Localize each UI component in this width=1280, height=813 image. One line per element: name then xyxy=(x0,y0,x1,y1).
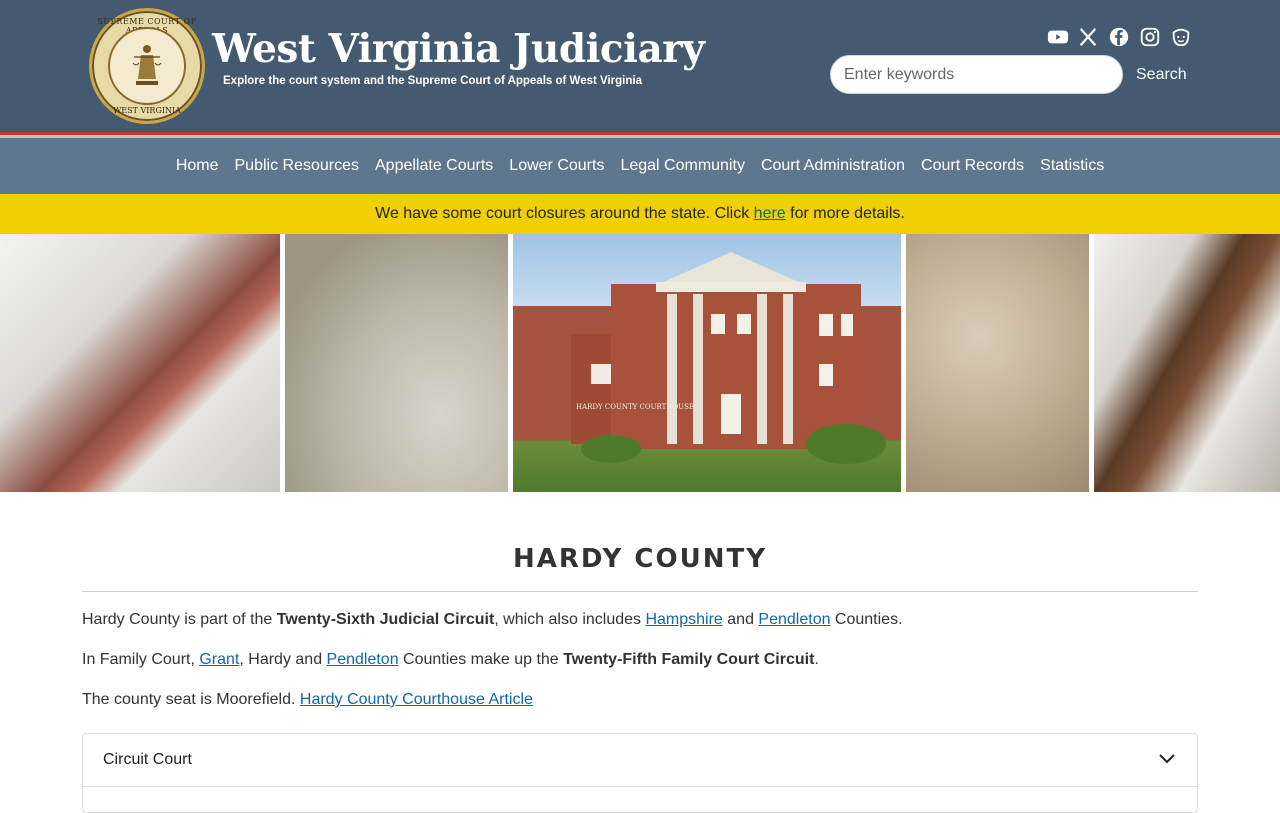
alert-here-link[interactable]: here xyxy=(754,205,786,222)
text: Hardy County is part of the xyxy=(82,611,277,628)
family-court-paragraph: In Family Court, Grant, Hardy and Pendle… xyxy=(82,648,1198,672)
text: , which also includes xyxy=(494,611,646,628)
text: . xyxy=(814,651,819,668)
accordion-item-label: Circuit Court xyxy=(103,751,192,768)
nav-item-statistics[interactable]: Statistics xyxy=(1040,157,1104,175)
main-content: HARDY COUNTY Hardy County is part of the… xyxy=(82,492,1198,813)
site-title[interactable]: West Virginia Judiciary xyxy=(212,26,705,72)
text: Counties make up the xyxy=(398,651,564,668)
x-icon[interactable] xyxy=(1077,26,1099,48)
banner-photo-stone-detail xyxy=(285,234,508,492)
nav-item-lower-courts[interactable]: Lower Courts xyxy=(509,157,604,175)
search-input[interactable] xyxy=(830,55,1123,94)
family-court-circuit-name: Twenty-Fifth Family Court Circuit xyxy=(563,651,815,668)
accordion-item-circuit-court[interactable]: Circuit Court xyxy=(83,734,1197,787)
hero-banner: HARDY COUNTY COURTHOUSE xyxy=(0,234,1280,492)
pendleton-link[interactable]: Pendleton xyxy=(758,611,830,628)
court-accordion: Circuit Court xyxy=(82,733,1198,813)
text: Counties. xyxy=(830,611,903,628)
page-title: HARDY COUNTY xyxy=(512,544,768,574)
instagram-icon[interactable] xyxy=(1139,26,1161,48)
county-seat-paragraph: The county seat is Moorefield. Hardy Cou… xyxy=(82,688,1198,712)
banner-photo-courthouse: HARDY COUNTY COURTHOUSE xyxy=(513,234,901,492)
main-nav: Home Public Resources Appellate Courts L… xyxy=(0,138,1280,194)
nav-item-public-resources[interactable]: Public Resources xyxy=(235,157,360,175)
alert-text-before: We have some court closures around the s… xyxy=(375,205,754,222)
site-tagline: Explore the court system and the Supreme… xyxy=(223,75,642,87)
nav-item-home[interactable]: Home xyxy=(176,157,219,175)
hampshire-link[interactable]: Hampshire xyxy=(645,611,722,628)
courthouse-illustration: HARDY COUNTY COURTHOUSE xyxy=(571,252,886,464)
pendleton-family-link[interactable]: Pendleton xyxy=(327,651,399,668)
nav-item-legal-community[interactable]: Legal Community xyxy=(620,157,745,175)
closure-alert-banner: We have some court closures around the s… xyxy=(0,194,1280,234)
judicial-circuit-name: Twenty-Sixth Judicial Circuit xyxy=(276,611,495,628)
nav-item-court-records[interactable]: Court Records xyxy=(921,157,1024,175)
search-button[interactable]: Search xyxy=(1128,60,1195,90)
nav-item-court-administration[interactable]: Court Administration xyxy=(761,157,905,175)
text: and xyxy=(722,611,759,628)
justice-figure-icon xyxy=(132,45,162,85)
title-divider xyxy=(82,591,1198,592)
youtube-icon[interactable] xyxy=(1046,26,1069,48)
banner-photo-stone-texture xyxy=(906,234,1089,492)
facebook-icon[interactable] xyxy=(1108,26,1130,48)
seal-bottom-text: WEST VIRGINIA xyxy=(113,106,181,115)
grant-link[interactable]: Grant xyxy=(199,651,239,668)
threads-icon[interactable] xyxy=(1170,26,1192,48)
courthouse-sign: HARDY COUNTY COURTHOUSE xyxy=(576,403,694,411)
seal-inner xyxy=(108,27,186,105)
alert-text-after: for more details. xyxy=(785,205,905,222)
supreme-court-seal-logo[interactable]: SUPREME COURT OF APPEALS WEST VIRGINIA xyxy=(89,8,205,124)
nav-item-appellate-courts[interactable]: Appellate Courts xyxy=(375,157,493,175)
text: The county seat is Moorefield. xyxy=(82,691,300,708)
social-links xyxy=(1046,26,1192,48)
courthouse-article-link[interactable]: Hardy County Courthouse Article xyxy=(300,691,533,708)
circuit-paragraph: Hardy County is part of the Twenty-Sixth… xyxy=(82,608,1198,632)
text: In Family Court, xyxy=(82,651,200,668)
banner-photo-staircase xyxy=(1094,234,1280,492)
chevron-down-icon xyxy=(1157,748,1177,773)
banner-photo-column-detail xyxy=(0,234,280,492)
site-header: SUPREME COURT OF APPEALS WEST VIRGINIA W… xyxy=(0,0,1280,132)
text: , Hardy and xyxy=(239,651,327,668)
